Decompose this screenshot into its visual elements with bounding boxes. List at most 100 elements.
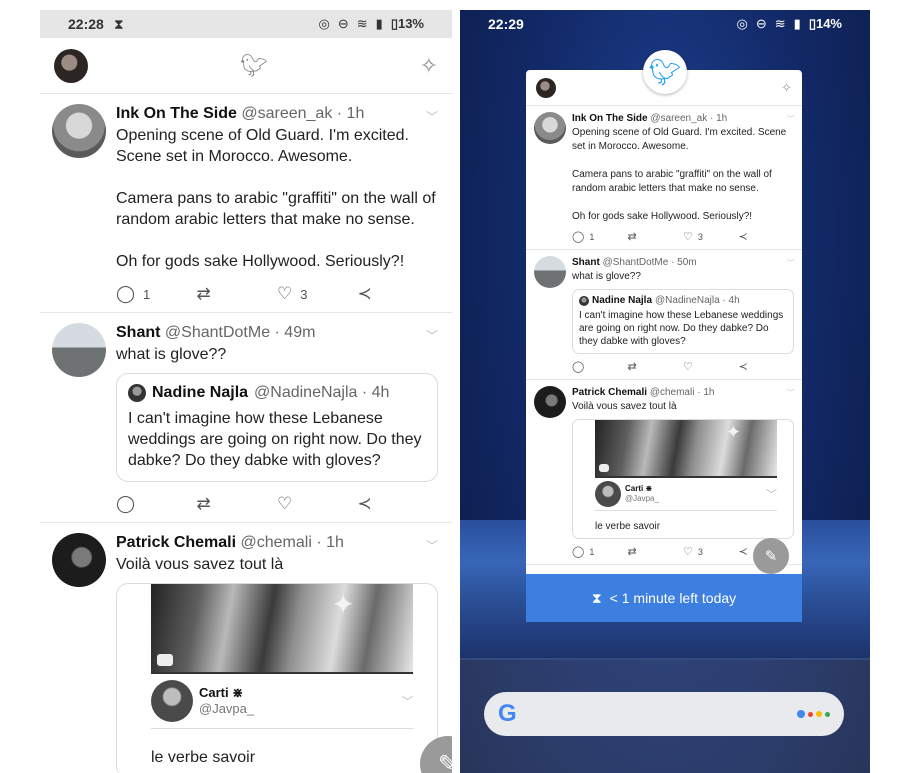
author-name[interactable]: Ink On The Side — [116, 105, 237, 122]
author-name[interactable]: Patrick Chemali — [116, 534, 236, 551]
media-card[interactable]: ✦ Carti ⋇ @Javpa_ ﹀ le verbe savoir — [116, 583, 438, 773]
tweet: Shant @ShantDotMe · 50m what is glove?? … — [526, 250, 802, 380]
status-icons: ◎ ⊖ ≋ ▮ ▯14% — [737, 16, 843, 32]
author-name[interactable]: Shant — [116, 324, 160, 341]
author-meta: @sareen_ak · 1h — [650, 113, 728, 124]
camera-icon — [599, 464, 609, 472]
signal-icon: ▮ — [375, 16, 383, 31]
share-icon: ≺ — [357, 284, 372, 303]
status-time: 22:28 — [68, 16, 104, 32]
quoted-author-name: Nadine Najla — [152, 384, 249, 401]
reply-icon: ◯ — [572, 546, 585, 558]
reply-count: 1 — [589, 546, 595, 557]
chevron-down-icon[interactable]: ﹀ — [426, 108, 438, 125]
google-g-icon[interactable]: G — [498, 700, 517, 728]
twitter-app-icon[interactable]: 🐦︎ — [643, 50, 687, 94]
retweet-button[interactable]: ⇄ — [197, 284, 278, 304]
quoted-text: I can't imagine how these Lebanese weddi… — [128, 410, 422, 469]
quoted-tweet: Nadine Najla @NadineNajla · 4h I can't i… — [572, 289, 794, 354]
profile-avatar — [536, 77, 556, 98]
like-button[interactable]: ♡ — [277, 494, 358, 514]
avatar[interactable] — [52, 533, 106, 587]
avatar — [128, 384, 146, 402]
twitter-bird-icon: 🐦︎ — [239, 52, 268, 78]
quoted-text: I can't imagine how these Lebanese weddi… — [579, 310, 784, 347]
avatar — [579, 295, 589, 306]
tweet-actions: ◯ ⇄ ♡ ≺ — [572, 360, 794, 373]
sparkle-icon[interactable]: ✧ — [420, 53, 438, 79]
compose-tweet-icon: ✎ — [437, 750, 452, 773]
like-button[interactable]: ♡ 3 — [277, 284, 358, 304]
right-screenshot: 22:29 ◎ ⊖ ≋ ▮ ▯14% 🐦︎ ✧ Ink On The Side … — [460, 10, 870, 773]
assistant-icon[interactable] — [797, 710, 830, 718]
sparkle-icon: ✦ — [725, 422, 741, 442]
google-search-bar[interactable]: G — [484, 692, 844, 736]
share-button[interactable]: ≺ — [358, 284, 439, 304]
author-meta: @sareen_ak · 1h — [241, 105, 365, 122]
tweet[interactable]: Patrick Chemali @chemali · 1h Voilà vous… — [40, 523, 452, 773]
embedded-tweet-header: Carti ⋇ @Javpa_ ﹀ — [151, 674, 413, 729]
retweet-icon: ⇄ — [627, 546, 637, 558]
tweet[interactable]: Ink On The Side @sareen_ak · 1h Opening … — [40, 94, 452, 313]
location-icon: ◎ — [736, 16, 748, 31]
like-count: 3 — [697, 546, 703, 557]
compose-tweet-icon: ✎ — [764, 548, 778, 565]
tweet-text: what is glove?? — [116, 346, 227, 363]
embedded-tweet-header: Carti ⋇ @Javpa_ ﹀ — [595, 478, 777, 511]
chevron-down-icon[interactable]: ﹀ — [426, 327, 438, 344]
app-timer-bar[interactable]: ⧗ < 1 minute left today — [526, 574, 802, 622]
share-icon: ≺ — [738, 361, 748, 373]
quoted-author-name: Nadine Najla — [592, 295, 653, 306]
tweet-text: what is glove?? — [572, 271, 641, 282]
avatar — [151, 680, 193, 722]
tweet-text: Opening scene of Old Guard. I'm excited.… — [116, 127, 436, 270]
tweet-text: Voilà vous savez tout là — [572, 401, 677, 412]
retweet-button[interactable]: ⇄ — [197, 494, 278, 514]
chevron-down-icon: ﹀ — [787, 116, 794, 123]
embedded-author-handle: @Javpa_ — [199, 701, 255, 716]
tweet-text: Opening scene of Old Guard. I'm excited.… — [572, 127, 787, 222]
left-screenshot: 22:28 ⧗ ◎ ⊖ ≋ ▮ ▯13% 🐦︎ ✧ Ink On The Sid… — [40, 10, 452, 773]
avatar — [595, 481, 621, 507]
chevron-down-icon[interactable]: ﹀ — [426, 537, 438, 554]
camera-icon — [157, 654, 173, 666]
heart-icon: ♡ — [683, 361, 693, 373]
tweet[interactable]: Shant @ShantDotMe · 49m what is glove?? … — [40, 313, 452, 523]
avatar — [534, 386, 566, 418]
tweet-actions: ◯ ⇄ ♡ ≺ — [116, 494, 438, 514]
reply-icon: ◯ — [116, 284, 136, 303]
status-bar: 22:29 ◎ ⊖ ≋ ▮ ▯14% — [460, 10, 870, 38]
avatar — [534, 256, 566, 288]
tweet-photo: ✦ — [595, 420, 777, 478]
avatar[interactable] — [52, 323, 106, 377]
author-meta: @ShantDotMe · 49m — [164, 324, 316, 341]
compose-tweet-button: ✎ — [753, 538, 789, 574]
chevron-down-icon: ﹀ — [402, 696, 413, 708]
avatar[interactable] — [52, 104, 106, 158]
tweet: Patrick Chemali @chemali · 1h Voilà vous… — [526, 380, 802, 565]
tweet-text: Voilà vous savez tout là — [116, 556, 284, 573]
author-meta: @chemali · 1h — [649, 387, 715, 398]
heart-icon: ♡ — [277, 284, 293, 303]
location-icon: ◎ — [318, 16, 330, 31]
timer-text: < 1 minute left today — [609, 590, 737, 606]
battery-level: ▯13% — [390, 16, 424, 31]
share-icon: ≺ — [738, 231, 748, 243]
media-card: ✦ Carti ⋇ @Javpa_ ﹀ le verbe savoir — [572, 419, 794, 539]
author-name: Ink On The Side — [572, 113, 648, 124]
quoted-tweet[interactable]: Nadine Najla @NadineNajla · 4h I can't i… — [116, 373, 438, 482]
avatar — [534, 112, 566, 144]
recent-app-card[interactable]: ✧ Ink On The Side @sareen_ak · 1h Openin… — [526, 70, 802, 622]
wifi-icon: ≋ — [774, 16, 786, 31]
reply-button[interactable]: ◯ — [116, 494, 197, 514]
tweet-photo[interactable]: ✦ — [151, 584, 413, 674]
reply-count: 1 — [589, 231, 595, 242]
tweet-header: Patrick Chemali @chemali · 1h — [116, 533, 438, 553]
twitter-bird-icon: 🐦︎ — [648, 56, 682, 87]
share-button[interactable]: ≺ — [358, 494, 439, 514]
hourglass-icon: ⧗ — [591, 589, 602, 606]
author-name: Patrick Chemali — [572, 387, 648, 398]
reply-button[interactable]: ◯ 1 — [116, 284, 197, 304]
dnd-icon: ⊖ — [337, 16, 349, 31]
profile-avatar[interactable] — [54, 48, 88, 83]
